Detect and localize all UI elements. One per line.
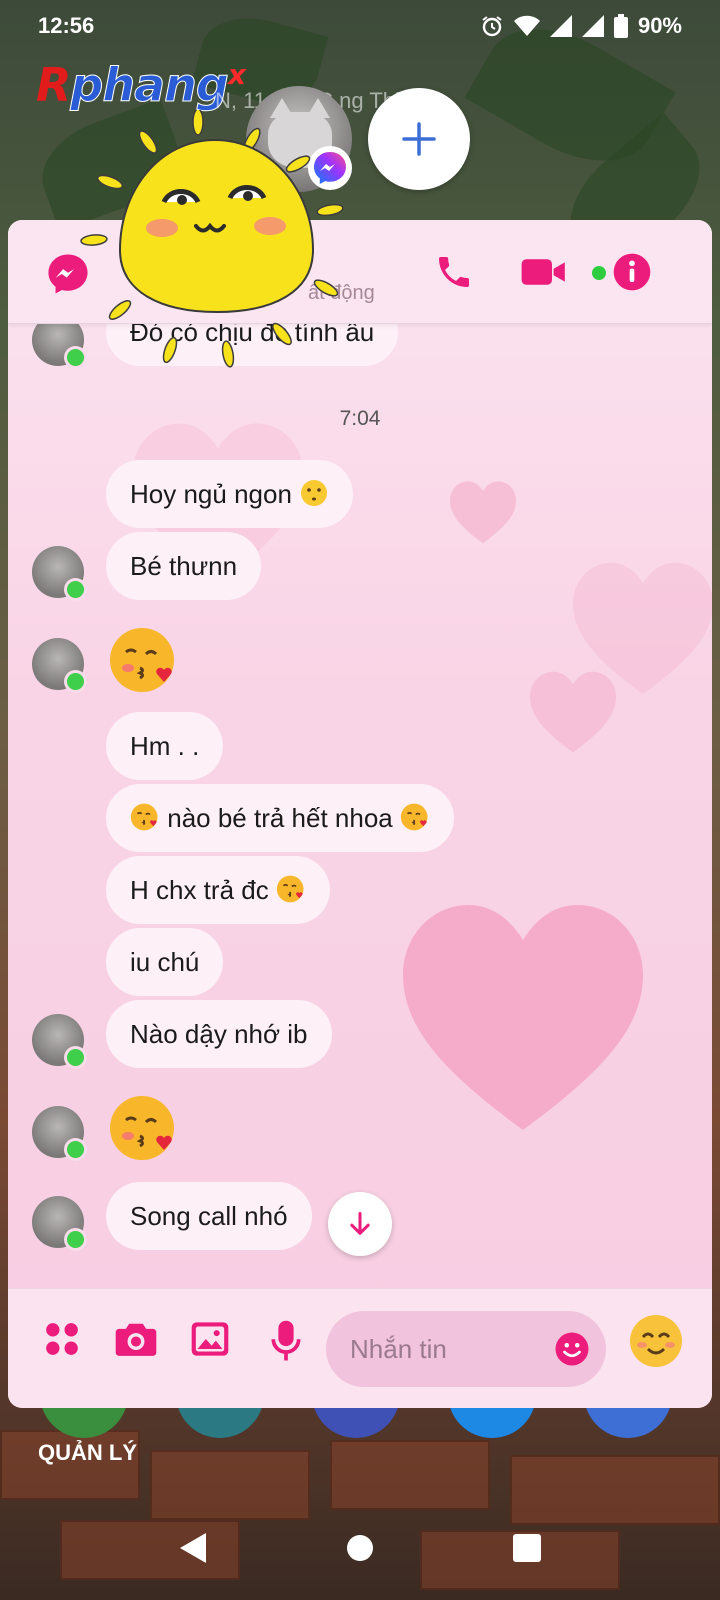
avatar[interactable] bbox=[32, 546, 87, 601]
message-bubble[interactable]: Bé thưnn bbox=[106, 532, 262, 600]
message-bubble[interactable]: iu chú bbox=[106, 928, 224, 996]
status-time: 12:56 bbox=[38, 13, 95, 38]
message-input-placeholder: Nhắn tin bbox=[350, 1334, 447, 1364]
hush-face-icon bbox=[301, 480, 328, 506]
message-bubble[interactable]: Nào dậy nhớ ib bbox=[106, 1000, 332, 1068]
message-input[interactable]: Nhắn tin bbox=[326, 1311, 606, 1387]
status-bar: 12:56 90% bbox=[0, 0, 720, 52]
kiss-emoji-icon[interactable] bbox=[108, 1092, 180, 1164]
phone-icon[interactable] bbox=[434, 252, 474, 297]
avatar[interactable] bbox=[32, 1014, 87, 1069]
mic-icon[interactable] bbox=[270, 1319, 302, 1368]
signal-icon-2 bbox=[581, 15, 604, 37]
battery-level: 90% bbox=[637, 13, 682, 38]
message-bubble[interactable]: Hm . . bbox=[106, 712, 224, 780]
home-folder-label[interactable]: QUẢN LÝ bbox=[38, 1440, 137, 1466]
kiss-emoji-icon[interactable] bbox=[108, 624, 180, 696]
add-button[interactable] bbox=[368, 88, 470, 190]
message-composer: Nhắn tin bbox=[8, 1288, 712, 1408]
message-bubble[interactable]: Song call nhó bbox=[106, 1182, 312, 1250]
signal-icon bbox=[549, 15, 572, 37]
message-text: Hoy ngủ ngon bbox=[130, 479, 292, 509]
battery-icon bbox=[613, 14, 628, 38]
back-icon[interactable] bbox=[178, 1531, 208, 1570]
home-icon[interactable] bbox=[345, 1533, 375, 1568]
message-bubble[interactable]: nào bé trả hết nhoa bbox=[106, 784, 454, 852]
kiss-emoji-icon bbox=[276, 875, 304, 903]
message-text: H chx trả đc bbox=[130, 875, 269, 905]
info-icon[interactable] bbox=[612, 252, 652, 297]
timestamp: 7:04 bbox=[339, 407, 381, 430]
video-icon[interactable] bbox=[520, 252, 568, 297]
avatar[interactable] bbox=[32, 1196, 87, 1251]
logo-watermark: Rphangx bbox=[36, 58, 246, 113]
arrow-down-icon bbox=[350, 1211, 370, 1235]
message-text: nào bé trả hết nhoa bbox=[167, 803, 393, 833]
navigation-bar bbox=[0, 1500, 720, 1600]
camera-icon[interactable] bbox=[114, 1319, 158, 1364]
recents-icon[interactable] bbox=[512, 1533, 542, 1568]
scroll-down-button[interactable] bbox=[328, 1192, 392, 1256]
apps-icon[interactable] bbox=[42, 1319, 82, 1364]
message-bubble[interactable]: Hoy ngủ ngon bbox=[106, 460, 354, 528]
smile-emoji-icon[interactable] bbox=[628, 1313, 684, 1369]
message-bubble[interactable]: H chx trả đc bbox=[106, 856, 330, 924]
online-indicator bbox=[592, 266, 606, 280]
alarm-icon bbox=[480, 14, 504, 38]
kiss-emoji-icon bbox=[400, 803, 428, 831]
gallery-icon[interactable] bbox=[190, 1319, 230, 1364]
sun-sticker bbox=[80, 110, 344, 368]
avatar[interactable] bbox=[32, 1106, 87, 1161]
emoji-icon[interactable] bbox=[554, 1331, 590, 1372]
wifi-icon bbox=[513, 15, 540, 37]
chat-window: ất động Đó có chịu đc tính âu 7:04 Hoy n… bbox=[8, 220, 712, 1408]
kiss-emoji-icon bbox=[130, 803, 158, 831]
avatar[interactable] bbox=[32, 638, 87, 693]
